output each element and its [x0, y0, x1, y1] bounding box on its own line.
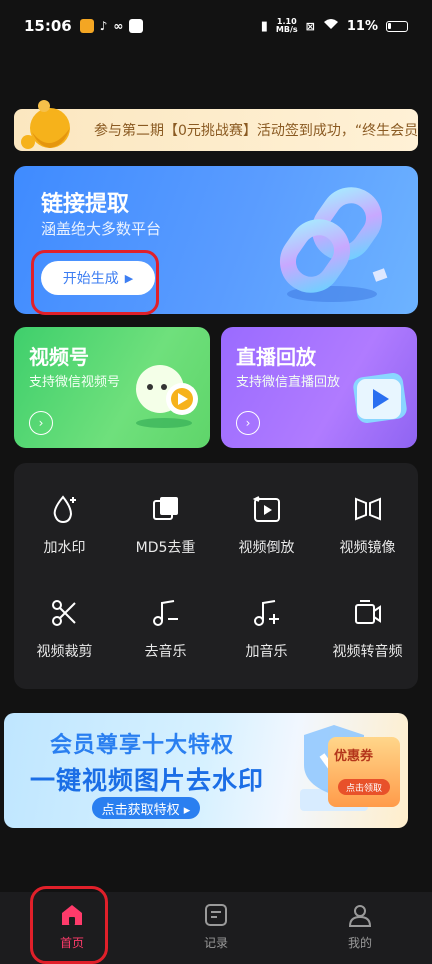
coupon-button[interactable]: 点击领取 — [338, 779, 390, 795]
tool-label: 视频转音频 — [332, 644, 403, 660]
tool-label: MD5去重 — [135, 540, 196, 556]
notice-text: 参与第二期【0元挑战赛】活动签到成功，“终生会员 — [94, 123, 418, 139]
records-icon — [205, 904, 227, 926]
video-channel-arrow-icon[interactable]: › — [29, 411, 53, 435]
vibrate-icon: ▮ — [260, 18, 268, 34]
music-minus-icon — [152, 600, 178, 626]
tool-label: 去音乐 — [144, 644, 187, 660]
link-extract-subtitle: 涵盖绝大多数平台 — [41, 220, 162, 238]
tool-video-to-audio[interactable]: 视频转音频 — [317, 567, 418, 667]
video-to-audio-icon — [354, 600, 381, 624]
battery-icon — [386, 20, 408, 32]
tab-records[interactable]: 记录 — [144, 892, 288, 964]
tools-panel: 加水印 MD5去重 视频倒放 视频镜像 视频裁剪 去音乐 加音乐 视频转音频 — [14, 463, 418, 689]
status-bar: 15:06 ♪ ∞ ▮ 1.10 MB/s ⊠ 11% — [0, 0, 432, 52]
tool-label: 加水印 — [43, 540, 86, 556]
tool-label: 加音乐 — [245, 644, 288, 660]
status-time: 15:06 — [24, 17, 72, 35]
tool-label: 视频裁剪 — [36, 644, 93, 660]
live-replay-title: 直播回放 — [236, 345, 316, 369]
status-right-icons: ▮ 1.10 MB/s ⊠ 11% — [261, 18, 408, 34]
scissors-icon — [51, 600, 76, 626]
live-replay-arrow-icon[interactable]: › — [236, 411, 260, 435]
tool-label: 视频镜像 — [339, 540, 396, 556]
video-mirror-icon — [354, 497, 381, 521]
promo-cta-button[interactable]: 点击获取特权 ▸ — [92, 797, 200, 819]
video-channel-card[interactable]: 视频号 支持微信视频号 › — [14, 327, 210, 448]
highlight-ring-home — [30, 886, 108, 964]
tool-add-music[interactable]: 加音乐 — [216, 567, 317, 667]
music-plus-icon — [253, 600, 279, 626]
tab-profile[interactable]: 我的 — [288, 892, 432, 964]
network-speed: 1.10 MB/s — [275, 17, 298, 34]
video-channel-subtitle: 支持微信视频号 — [29, 375, 121, 390]
tool-video-mirror[interactable]: 视频镜像 — [317, 463, 418, 563]
tool-label: 视频倒放 — [238, 540, 295, 556]
tool-video-crop[interactable]: 视频裁剪 — [14, 567, 115, 667]
tool-video-reverse[interactable]: 视频倒放 — [216, 463, 317, 563]
live-replay-card[interactable]: 直播回放 支持微信直播回放 › — [221, 327, 417, 448]
chain-link-icon — [279, 187, 388, 302]
highlight-ring-start — [31, 250, 159, 315]
link-extract-title: 链接提取 — [41, 192, 130, 217]
sim-off-icon: ⊠ — [305, 19, 315, 33]
wifi-icon — [323, 18, 339, 34]
app-notification-icon — [79, 19, 94, 33]
md5-squares-icon — [152, 497, 178, 520]
promo-line1: 会员尊享十大特权 — [50, 733, 235, 758]
live-replay-subtitle: 支持微信直播回放 — [236, 375, 341, 390]
live-play-icon — [353, 373, 407, 423]
coupon-badge[interactable]: 优惠券 点击领取 — [328, 737, 400, 807]
link-app-icon: ∞ — [113, 19, 124, 33]
tab-label: 记录 — [203, 936, 228, 950]
status-notification-icons: ♪ ∞ — [79, 19, 144, 33]
profile-icon — [348, 905, 372, 927]
bell-icon — [21, 100, 70, 149]
watermark-drop-icon — [53, 495, 76, 524]
message-icon — [129, 19, 144, 33]
battery-percent: 11% — [346, 18, 378, 34]
video-reverse-icon — [252, 496, 280, 522]
vip-promo-banner[interactable]: 会员尊享十大特权 一键视频图片去水印 点击获取特权 ▸ 优惠券 点击领取 — [4, 713, 408, 828]
tool-add-watermark[interactable]: 加水印 — [14, 463, 115, 563]
tool-remove-music[interactable]: 去音乐 — [115, 567, 216, 667]
video-channel-title: 视频号 — [29, 345, 89, 369]
tiktok-icon: ♪ — [99, 19, 108, 33]
promo-line2: 一键视频图片去水印 — [30, 766, 265, 795]
tool-md5-dedupe[interactable]: MD5去重 — [115, 463, 216, 563]
wechat-video-icon — [136, 365, 198, 428]
tab-label: 我的 — [347, 936, 372, 950]
coupon-title: 优惠券 — [334, 749, 374, 764]
